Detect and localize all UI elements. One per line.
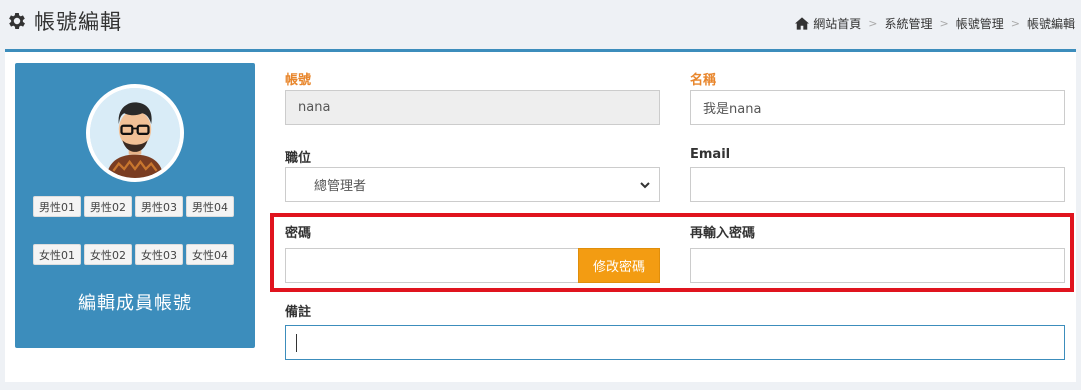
email-field[interactable] (690, 167, 1065, 202)
female-avatar-options: 女性01 女性02 女性03 女性04 (33, 244, 234, 265)
avatar-chip-female-01[interactable]: 女性01 (33, 244, 81, 265)
position-label: 職位 (285, 151, 312, 166)
avatar-chip-male-04[interactable]: 男性04 (186, 196, 234, 217)
position-select[interactable]: 總管理者 (285, 167, 660, 202)
breadcrumb-current: 帳號編輯 (1026, 17, 1075, 31)
avatar-chip-female-02[interactable]: 女性02 (84, 244, 132, 265)
home-icon (795, 17, 810, 30)
name-label: 名稱 (690, 73, 717, 88)
breadcrumb-separator: > (868, 17, 878, 30)
male-avatar-options: 男性01 男性02 男性03 男性04 (33, 196, 234, 217)
breadcrumb: 網站首頁 > 系統管理 > 帳號管理 > 帳號編輯 (795, 15, 1075, 32)
note-label: 備註 (285, 305, 312, 320)
text-cursor (296, 333, 297, 352)
breadcrumb-separator: > (939, 17, 949, 30)
avatar-chip-male-01[interactable]: 男性01 (33, 196, 81, 217)
avatar-chip-female-03[interactable]: 女性03 (135, 244, 183, 265)
profile-card: 男性01 男性02 男性03 男性04 女性01 女性02 女性03 女性04 … (15, 63, 255, 348)
breadcrumb-separator: > (1010, 17, 1020, 30)
avatar-chip-male-02[interactable]: 男性02 (84, 196, 132, 217)
page-title-text: 帳號編輯 (34, 10, 122, 34)
account-field[interactable]: nana (285, 90, 660, 125)
avatar-chip-female-04[interactable]: 女性04 (186, 244, 234, 265)
note-field[interactable] (285, 325, 1065, 360)
breadcrumb-accounts[interactable]: 帳號管理 (956, 15, 1004, 32)
breadcrumb-home[interactable]: 網站首頁 (813, 15, 861, 32)
page-header: 帳號編輯 網站首頁 > 系統管理 > 帳號管理 > 帳號編輯 (0, 0, 1081, 44)
name-field[interactable]: 我是nana (690, 90, 1065, 125)
avatar-chip-male-03[interactable]: 男性03 (135, 196, 183, 217)
account-label: 帳號 (285, 73, 312, 88)
avatar (86, 84, 184, 182)
avatar-image (90, 88, 180, 178)
position-selected-value: 總管理者 (314, 179, 367, 194)
chevron-down-icon (640, 182, 650, 189)
password-highlight-box (270, 213, 1074, 292)
page-title: 帳號編輯 (6, 6, 122, 36)
gear-icon (9, 13, 25, 29)
breadcrumb-system[interactable]: 系統管理 (885, 15, 933, 32)
card-title: 編輯成員帳號 (78, 293, 192, 314)
email-label: Email (690, 147, 731, 162)
